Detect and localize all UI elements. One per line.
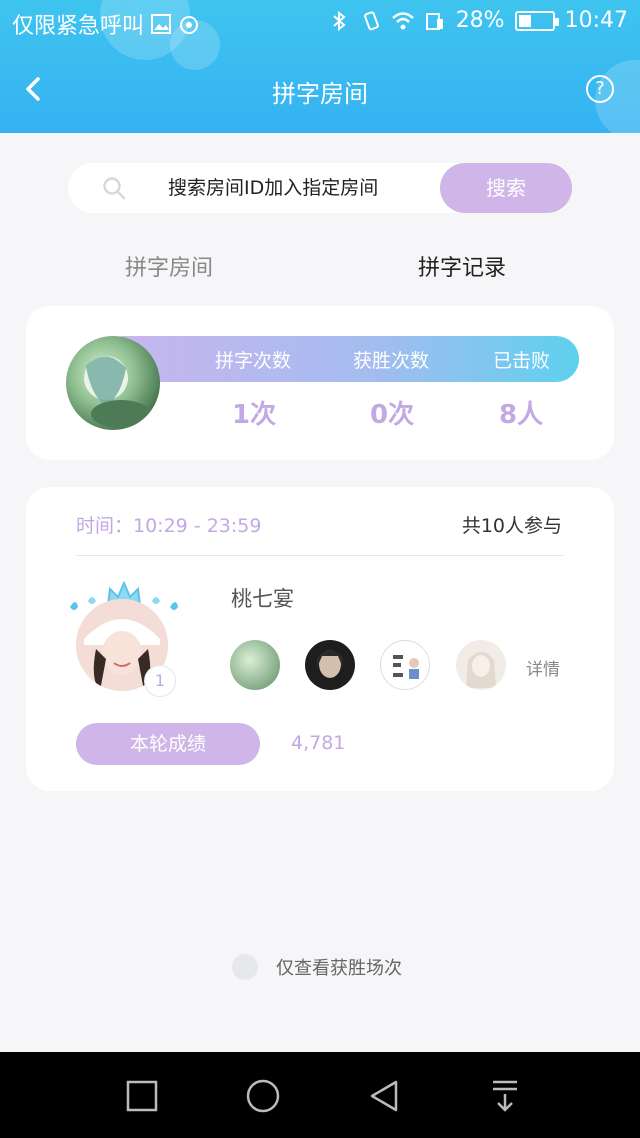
back-triangle-icon[interactable] [364, 1076, 404, 1116]
carrier-text: 仅限紧急呼叫 [12, 14, 145, 39]
stats-header-bar: 拼字次数 获胜次数 已击败 [121, 336, 579, 382]
stats-card: 拼字次数 获胜次数 已击败 1次 0次 8人 [26, 306, 614, 460]
header-bar: 仅限紧急呼叫 28% 10:47 拼字房间 ? [0, 0, 640, 133]
details-link[interactable]: 详情 [526, 655, 560, 680]
round-score-button[interactable]: 本轮成绩 [76, 723, 260, 765]
home-circle-icon[interactable] [243, 1076, 283, 1116]
tab-records[interactable]: 拼字记录 [418, 250, 506, 282]
tab-room[interactable]: 拼字房间 [125, 250, 213, 282]
stat-label-games: 拼字次数 [215, 350, 292, 372]
round-score-value: 4,781 [291, 732, 346, 754]
stat-value-wins: 0次 [370, 400, 415, 430]
sim-icon [425, 12, 443, 30]
battery-icon [514, 10, 559, 31]
system-nav-bar [0, 1052, 640, 1138]
record-time: 时间：10:29 - 23:59 [76, 515, 262, 537]
user-avatar[interactable] [66, 336, 160, 430]
stat-label-defeated: 已击败 [493, 350, 551, 372]
status-bar: 仅限紧急呼叫 28% 10:47 [0, 0, 640, 44]
stat-label-wins: 获胜次数 [353, 350, 430, 372]
rank-badge: 1 [144, 665, 176, 697]
record-card[interactable]: 时间：10:29 - 23:59 共10人参与 1 桃七宴 详情 本轮成绩 4,… [26, 487, 614, 791]
search-icon [103, 177, 126, 200]
wins-only-filter[interactable]: 仅查看获胜场次 [232, 954, 402, 980]
search-input[interactable] [168, 163, 440, 213]
participant-avatar[interactable] [380, 640, 430, 690]
image-icon [151, 14, 172, 34]
participant-avatar[interactable] [305, 640, 355, 690]
wins-only-radio[interactable] [232, 954, 258, 980]
participant-avatar[interactable] [456, 640, 506, 690]
wifi-icon [391, 11, 414, 29]
battery-percent: 28% [455, 8, 505, 33]
stat-value-defeated: 8人 [499, 400, 544, 430]
search-button[interactable]: 搜索 [440, 163, 572, 213]
vibrate-icon [363, 10, 379, 30]
sync-icon [180, 16, 199, 34]
participant-avatar[interactable] [230, 640, 280, 690]
winner-name: 桃七宴 [231, 587, 294, 611]
wins-only-label: 仅查看获胜场次 [276, 958, 402, 979]
stat-value-games: 1次 [232, 400, 277, 430]
page-title: 拼字房间 [272, 80, 368, 108]
notification-pulldown-icon[interactable] [485, 1076, 525, 1116]
nav-bar: 拼字房间 ? [0, 60, 640, 120]
search-bar: 搜索 [68, 163, 572, 213]
help-icon[interactable]: ? [586, 75, 614, 103]
divider [76, 555, 564, 556]
recents-square-icon[interactable] [122, 1076, 162, 1116]
clock: 10:47 [564, 8, 628, 33]
bluetooth-icon [333, 10, 346, 31]
participant-count: 共10人参与 [461, 515, 562, 537]
